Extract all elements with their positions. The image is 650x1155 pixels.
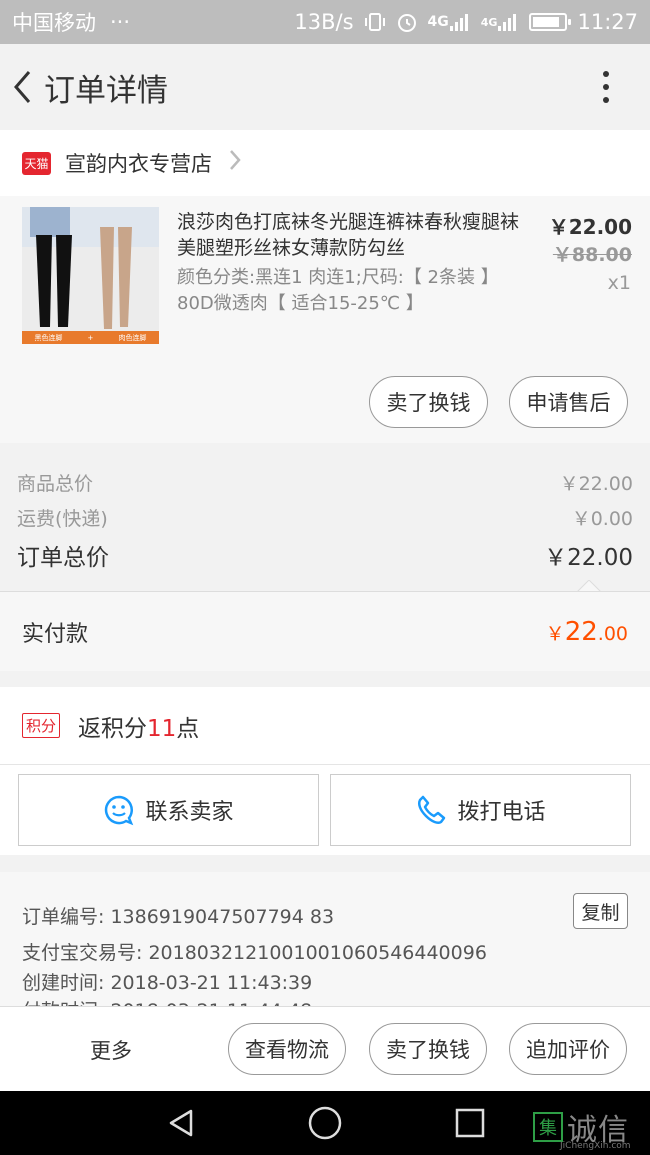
shop-row[interactable]: 天猫 宣韵内衣专营店 bbox=[0, 130, 650, 196]
network-type-label-2: 4G bbox=[480, 15, 498, 29]
paid-amount-row: 实付款 ￥22.00 bbox=[0, 591, 650, 671]
dot bbox=[603, 84, 609, 90]
contact-seller-button[interactable]: 联系卖家 bbox=[18, 774, 319, 846]
clock-time: 11:27 bbox=[577, 10, 638, 34]
sell-exchange-button[interactable]: 卖了换钱 bbox=[369, 376, 488, 428]
bottom-action-bar: 更多 查看物流 卖了换钱 追加评价 bbox=[0, 1006, 650, 1091]
product-sku: 颜色分类:黑连1 肉连1;尺码:【 2条装 】80D微透肉【 适合15-25℃ … bbox=[177, 267, 499, 314]
image-caption-plus: + bbox=[87, 333, 94, 342]
nav-back-icon[interactable] bbox=[165, 1107, 197, 1139]
back-arrow-icon[interactable] bbox=[0, 44, 44, 130]
view-logistics-button[interactable]: 查看物流 bbox=[228, 1023, 346, 1075]
phone-icon bbox=[418, 795, 446, 824]
order-total-value: ￥22.00 bbox=[544, 545, 633, 571]
points-suffix: 点 bbox=[176, 715, 200, 742]
contact-seller-label: 联系卖家 bbox=[145, 800, 234, 825]
product-title: 浪莎肉色打底袜冬光腿连裤袜春秋瘦腿袜美腿塑形丝袜女薄款防勾丝 bbox=[177, 211, 520, 259]
shop-name: 宣韵内衣专营店 bbox=[65, 152, 212, 176]
order-info: 订单编号: 1386919047507794 83 支付宝交易号: 201803… bbox=[0, 872, 650, 1006]
dot bbox=[603, 71, 609, 77]
product-item[interactable]: 黑色连脚 + 肉色连脚 浪莎肉色打底袜冬光腿连裤袜春秋瘦腿袜美腿塑形丝袜女薄款防… bbox=[0, 196, 650, 443]
apply-aftersale-button[interactable]: 申请售后 bbox=[509, 376, 628, 428]
chevron-right-icon bbox=[228, 148, 242, 178]
nav-bar: 订单详情 bbox=[0, 44, 650, 130]
image-caption-left: 黑色连脚 bbox=[34, 333, 63, 342]
points-count: 11 bbox=[147, 715, 177, 742]
watermark-domain: JiChengXin.com bbox=[560, 1141, 631, 1151]
goods-total-row: 商品总价 ￥22.00 bbox=[17, 469, 633, 496]
price-current: ￥22.00 bbox=[548, 215, 632, 239]
shipping-row: 运费(快递) ￥0.00 bbox=[17, 504, 633, 531]
page-title: 订单详情 bbox=[44, 72, 168, 109]
paid-integer: 22 bbox=[564, 616, 598, 647]
shipping-value: ￥0.00 bbox=[571, 508, 633, 530]
more-vertical-icon[interactable] bbox=[586, 44, 626, 130]
created-time: 创建时间: 2018-03-21 11:43:39 bbox=[22, 972, 313, 994]
product-image[interactable]: 黑色连脚 + 肉色连脚 bbox=[22, 207, 159, 344]
sell-exchange-bottom-button[interactable]: 卖了换钱 bbox=[369, 1023, 487, 1075]
price-original: ￥88.00 bbox=[552, 244, 632, 266]
call-phone-button[interactable]: 拨打电话 bbox=[330, 774, 631, 846]
points-prefix: 返积分 bbox=[78, 715, 148, 742]
copy-button[interactable]: 复制 bbox=[573, 893, 628, 929]
signal-4g-icon: 4G bbox=[428, 12, 471, 32]
points-text: 返积分11点 bbox=[78, 709, 199, 743]
paid-amount: ￥22.00 bbox=[546, 617, 628, 647]
battery-icon bbox=[529, 13, 572, 31]
quantity: x1 bbox=[607, 272, 631, 294]
nav-recents-icon[interactable] bbox=[454, 1107, 486, 1139]
notification-dots: ··· bbox=[110, 10, 131, 34]
goods-total-label: 商品总价 bbox=[17, 473, 94, 495]
chat-smile-icon bbox=[105, 795, 134, 826]
alipay-trade-number: 支付宝交易号: 2018032121001001060546440096 bbox=[22, 942, 487, 964]
signal-4g-secondary-icon: 4G bbox=[481, 12, 520, 32]
paid-time: 付款时间: 2018-03-21 11:44:48 bbox=[22, 996, 312, 1006]
paid-currency: ￥ bbox=[545, 622, 565, 645]
order-total-label: 订单总价 bbox=[17, 545, 109, 571]
image-caption-right: 肉色连脚 bbox=[118, 333, 147, 342]
status-bar: 中国移动 ··· 13B/s 4G 4G 11:27 bbox=[0, 0, 650, 44]
more-button[interactable]: 更多 bbox=[90, 1035, 132, 1065]
alarm-icon bbox=[396, 11, 418, 33]
order-total-row: 订单总价 ￥22.00 bbox=[17, 538, 633, 572]
add-review-button[interactable]: 追加评价 bbox=[509, 1023, 627, 1075]
paid-label: 实付款 bbox=[22, 621, 89, 647]
watermark-logo: 集 bbox=[533, 1112, 563, 1142]
paid-decimal: .00 bbox=[597, 622, 628, 645]
contact-area: 联系卖家 拨打电话 bbox=[0, 765, 650, 855]
goods-total-value: ￥22.00 bbox=[559, 473, 633, 495]
nav-home-icon[interactable] bbox=[308, 1106, 342, 1140]
shipping-label: 运费(快递) bbox=[17, 508, 108, 530]
points-badge: 积分 bbox=[22, 713, 61, 738]
points-row: 积分 返积分11点 bbox=[0, 687, 650, 765]
carrier-name: 中国移动 bbox=[12, 11, 96, 35]
network-speed: 13B/s bbox=[294, 10, 354, 34]
dot bbox=[603, 97, 609, 103]
price-summary: 商品总价 ￥22.00 运费(快递) ￥0.00 订单总价 ￥22.00 bbox=[0, 443, 650, 591]
order-number: 订单编号: 1386919047507794 83 bbox=[22, 906, 335, 928]
network-type-label: 4G bbox=[427, 14, 449, 30]
call-phone-label: 拨打电话 bbox=[457, 800, 546, 825]
vibrate-icon bbox=[364, 12, 386, 32]
tmall-badge-icon: 天猫 bbox=[22, 151, 51, 175]
